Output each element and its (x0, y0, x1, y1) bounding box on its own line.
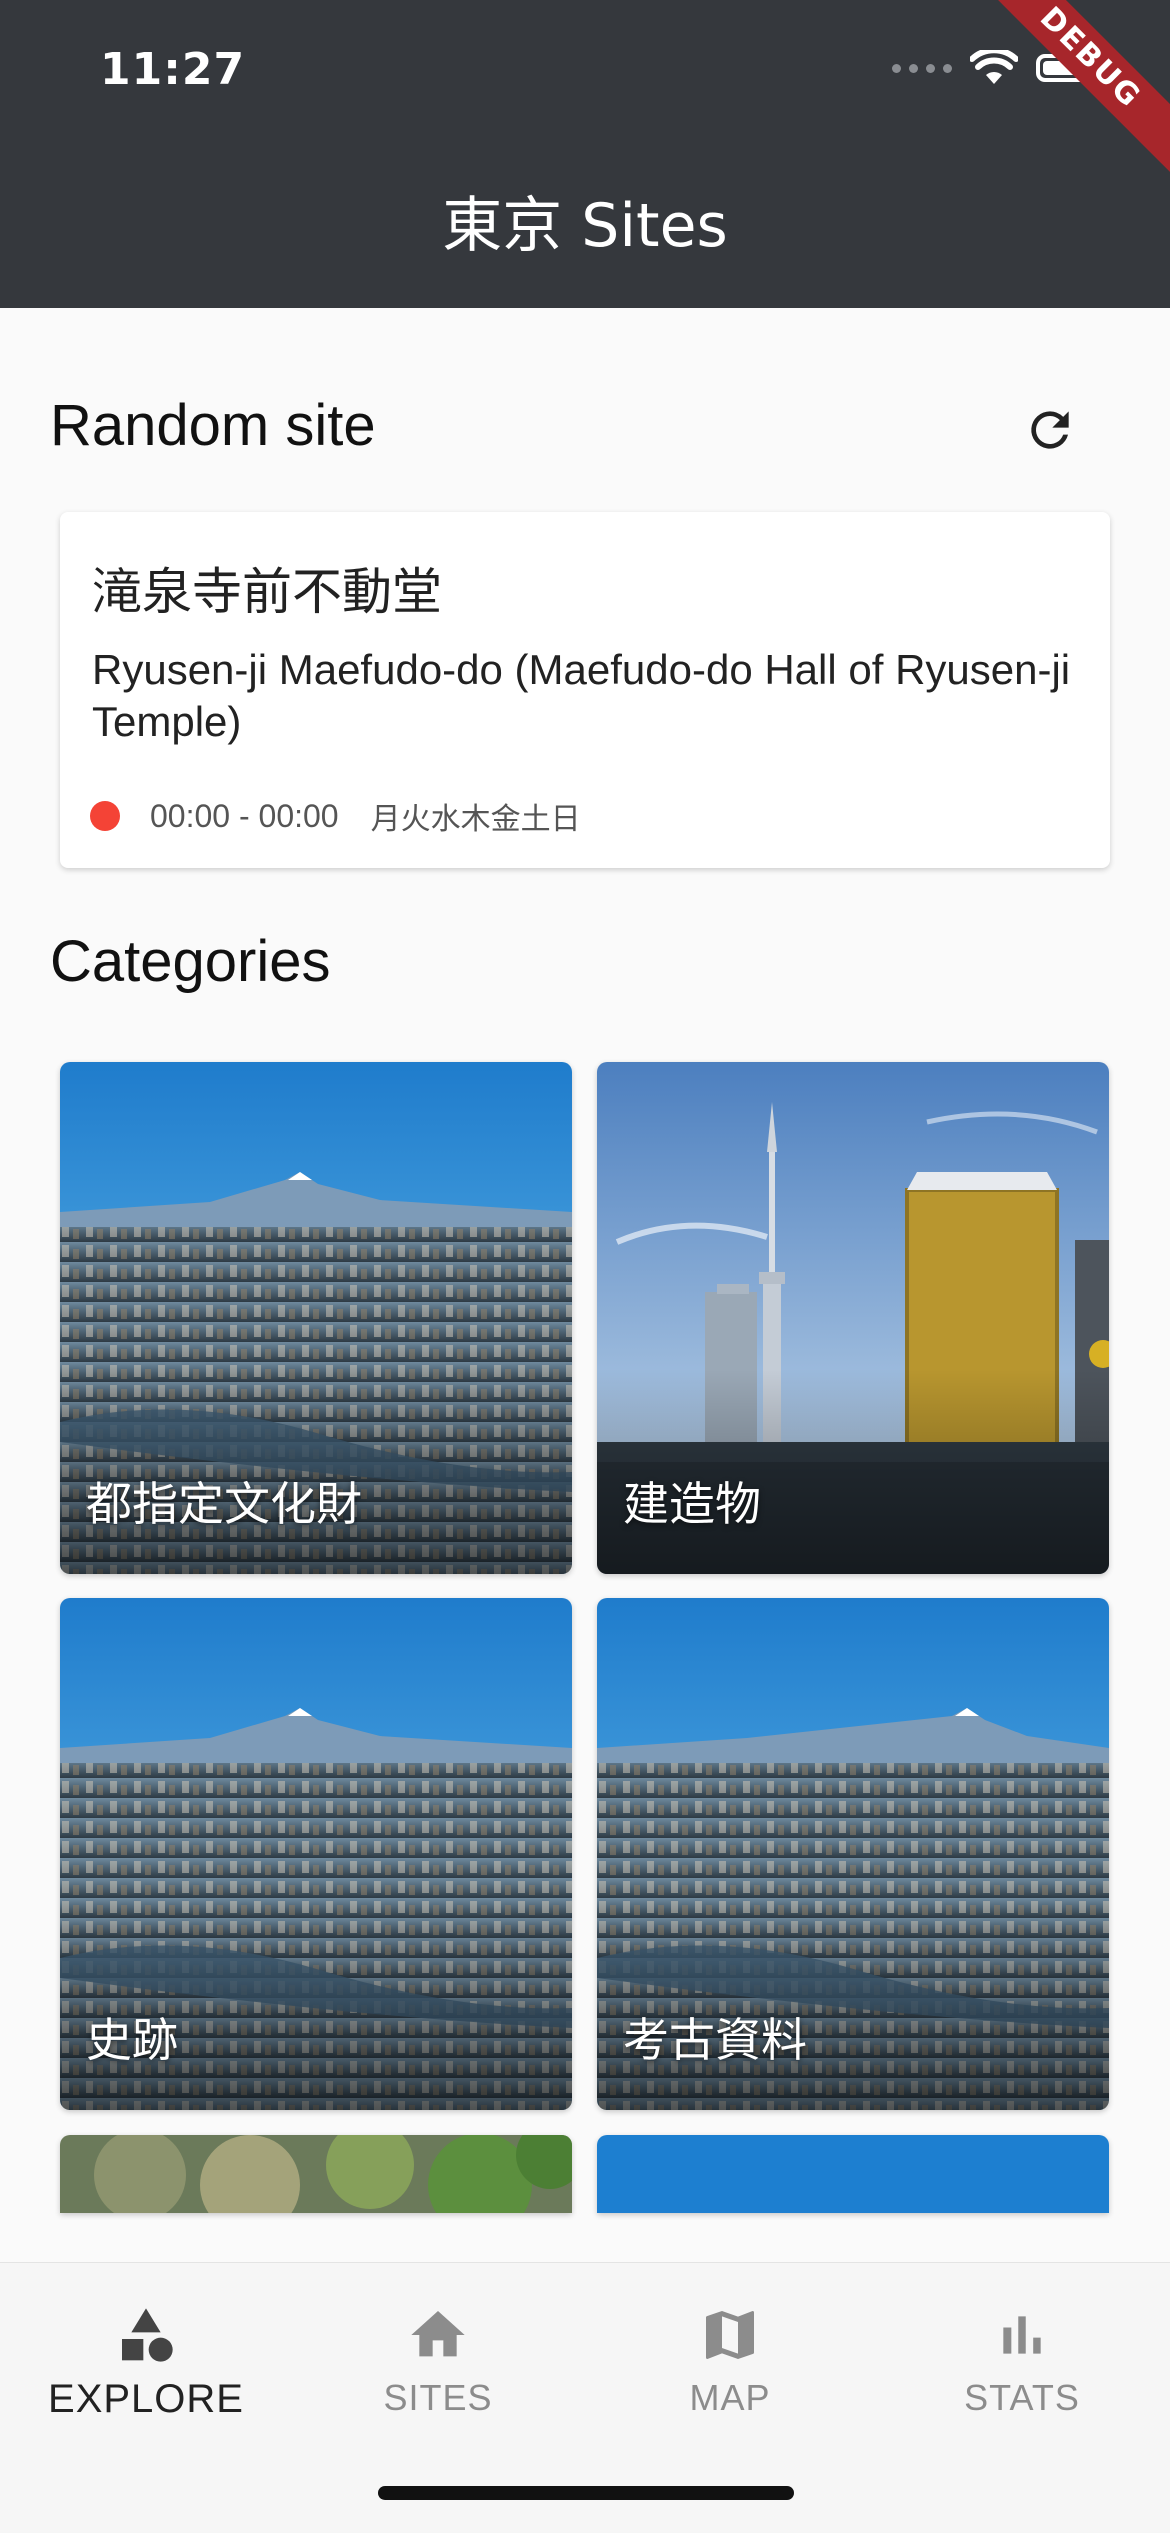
category-tile[interactable]: 都指定文化財 (60, 1062, 572, 1574)
category-image (597, 2135, 1109, 2213)
opening-hours: 00:00 - 00:00 (150, 797, 339, 834)
nav-label: EXPLORE (48, 2377, 244, 2421)
category-image (60, 2135, 572, 2213)
site-name-en: Ryusen-ji Maefudo-do (Maefudo-do Hall of… (92, 646, 1071, 745)
wifi-icon (970, 50, 1018, 84)
app-bar: 11:27 DEBUG 東京 Sites (0, 0, 1170, 308)
opening-days: 月火水木金土日 (370, 802, 581, 837)
debug-banner: DEBUG (966, 0, 1170, 182)
shapes-icon (122, 2308, 173, 2362)
bar-chart-icon (1003, 2316, 1041, 2354)
nav-explore[interactable]: EXPLORE (0, 2287, 292, 2422)
category-label: 考古資料 (623, 2013, 807, 2067)
nav-map[interactable]: MAP (584, 2287, 876, 2419)
nav-label: MAP (689, 2377, 771, 2418)
status-indicator (90, 801, 120, 831)
home-indicator (378, 2486, 794, 2500)
category-label: 都指定文化財 (86, 1477, 362, 1531)
category-label: 史跡 (86, 2013, 178, 2067)
map-icon (706, 2311, 754, 2359)
refresh-button[interactable] (1010, 390, 1090, 470)
category-tile[interactable] (597, 2135, 1109, 2213)
site-name-ja: 滝泉寺前不動堂 (92, 563, 442, 621)
refresh-icon (1031, 411, 1069, 449)
categories-heading: Categories (50, 929, 331, 994)
category-tile[interactable]: 考古資料 (597, 1598, 1109, 2110)
site-hours-row: 00:00 - 00:00 月火水木金土日 (90, 794, 581, 838)
status-time: 11:27 (100, 44, 246, 95)
random-site-heading: Random site (50, 393, 376, 458)
random-site-card[interactable]: 滝泉寺前不動堂 Ryusen-ji Maefudo-do (Maefudo-do… (60, 512, 1110, 868)
nav-label: STATS (964, 2377, 1080, 2418)
home-icon (411, 2311, 465, 2357)
nav-label: SITES (383, 2377, 493, 2418)
cellular-signal-icon (892, 63, 952, 73)
category-tile[interactable]: 建造物 (597, 1062, 1109, 1574)
nav-stats[interactable]: STATS (876, 2287, 1168, 2419)
category-tile[interactable]: 史跡 (60, 1598, 572, 2110)
category-label: 建造物 (623, 1477, 761, 1531)
category-tile[interactable] (60, 2135, 572, 2213)
page-title: 東京 Sites (442, 191, 728, 261)
nav-sites[interactable]: SITES (292, 2287, 584, 2419)
